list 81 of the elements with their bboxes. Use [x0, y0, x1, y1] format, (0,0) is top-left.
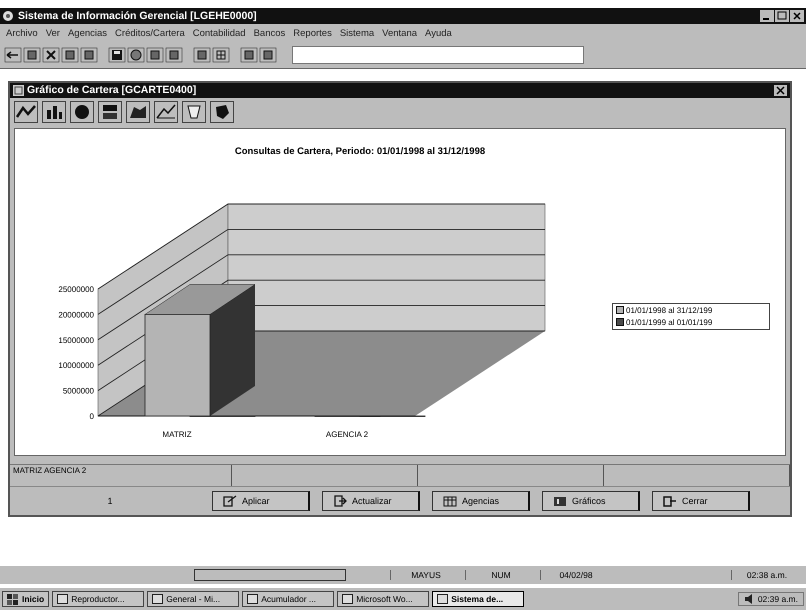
window-icon	[152, 594, 164, 604]
close-icon[interactable]	[774, 84, 787, 96]
menu-item[interactable]: Reportes	[293, 28, 332, 38]
page-indicator: 1	[106, 496, 114, 506]
start-button[interactable]: Inicio	[2, 591, 50, 607]
exit-icon	[663, 495, 677, 507]
close-icon[interactable]	[790, 10, 804, 22]
toolbar-icon[interactable]	[146, 47, 164, 63]
toolbar-icon[interactable]	[259, 47, 277, 63]
chart-type-icon[interactable]	[210, 100, 234, 123]
status-panel: NUM	[465, 570, 536, 580]
toolbar-icon[interactable]	[212, 47, 230, 63]
status-panel: MAYUS	[390, 570, 461, 580]
toolbar-icon[interactable]	[42, 47, 60, 63]
apply-icon	[223, 495, 237, 507]
menu-item[interactable]: Contabilidad	[192, 28, 246, 38]
toolbar-icon[interactable]	[165, 47, 183, 63]
taskbar-button[interactable]: General - Mi...	[147, 591, 240, 607]
window-icon	[57, 594, 68, 604]
action-button[interactable]: Agencias	[432, 491, 530, 511]
command-field[interactable]	[292, 46, 584, 64]
chart-type-icon[interactable]	[14, 100, 38, 123]
toolbar-icon[interactable]	[61, 47, 79, 63]
chart-icon	[553, 495, 567, 507]
legend-label: 01/01/1999 al 01/01/199	[626, 318, 712, 327]
taskbar-button[interactable]: Sistema de...	[432, 591, 524, 607]
menu-item[interactable]: Archivo	[6, 28, 38, 38]
taskbar-button[interactable]: Microsoft Wo...	[337, 591, 430, 607]
refresh-icon	[333, 495, 347, 507]
menu-item[interactable]: Sistema	[340, 28, 374, 38]
y-axis-label: 20000000	[58, 310, 94, 319]
toolbar-icon[interactable]	[23, 47, 41, 63]
menu-item[interactable]: Créditos/Cartera	[115, 28, 185, 38]
maximize-icon[interactable]	[775, 10, 789, 22]
y-axis-label: 25000000	[58, 284, 94, 294]
speaker-icon[interactable]	[744, 594, 754, 604]
chart-type-icon[interactable]	[98, 100, 122, 123]
window-icon	[437, 594, 448, 604]
chart-title: Consultas de Cartera, Periodo: 01/01/1998 al 31/12/1998	[234, 146, 486, 157]
menu-item[interactable]: Agencias	[68, 28, 108, 38]
toolbar-icon[interactable]	[108, 47, 126, 63]
menu-item[interactable]: Ventana	[382, 28, 418, 38]
toolbar-icon[interactable]	[240, 47, 258, 63]
action-button[interactable]: Aplicar	[212, 491, 310, 511]
menu-item[interactable]: Ayuda	[425, 28, 452, 38]
toolbar-icon[interactable]	[193, 47, 211, 63]
window-icon	[13, 84, 24, 96]
action-button[interactable]: Actualizar	[322, 491, 420, 511]
y-axis-label: 15000000	[58, 335, 94, 344]
status-panel: 04/02/98	[540, 570, 611, 580]
child-window-title: Gráfico de Cartera [GCARTE0400]	[27, 84, 196, 96]
x-axis-label: MATRIZ	[162, 430, 192, 439]
windows-logo-icon	[7, 594, 19, 604]
menu-item[interactable]: Ver	[46, 28, 60, 38]
clock: 02:39 a.m.	[758, 594, 798, 604]
status-panel: 02:38 a.m.	[731, 570, 802, 580]
chart-type-icon[interactable]	[154, 100, 178, 123]
toolbar-icon[interactable]	[127, 47, 145, 63]
menu-item[interactable]: Bancos	[254, 28, 286, 38]
chart-type-icon[interactable]	[126, 100, 150, 123]
chart-type-icon[interactable]	[70, 100, 94, 123]
taskbar-button[interactable]: Acumulador ...	[242, 591, 334, 607]
app-icon	[2, 10, 14, 22]
action-button[interactable]: Cerrar	[652, 491, 750, 511]
legend-label: 01/01/1998 al 31/12/199	[626, 306, 712, 315]
minimize-icon[interactable]	[760, 10, 774, 22]
chart-type-icon[interactable]	[42, 100, 66, 123]
toolbar-icon[interactable]	[4, 47, 22, 63]
taskbar-button[interactable]: Reproductor...	[52, 591, 144, 607]
window-title: Sistema de Información Gerencial [LGEHE0000]	[18, 10, 257, 22]
toolbar-icon[interactable]	[80, 47, 98, 63]
x-axis-label: AGENCIA 2	[326, 430, 368, 439]
action-button[interactable]: Gráficos	[542, 491, 640, 511]
window-icon	[342, 594, 354, 604]
window-icon	[247, 594, 258, 604]
table-icon	[443, 495, 457, 507]
y-axis-label: 0	[90, 412, 94, 421]
status-panel: MATRIZ AGENCIA 2	[10, 464, 232, 486]
y-axis-label: 10000000	[58, 360, 94, 370]
chart-type-icon[interactable]	[182, 100, 206, 123]
y-axis-label: 5000000	[62, 386, 94, 396]
